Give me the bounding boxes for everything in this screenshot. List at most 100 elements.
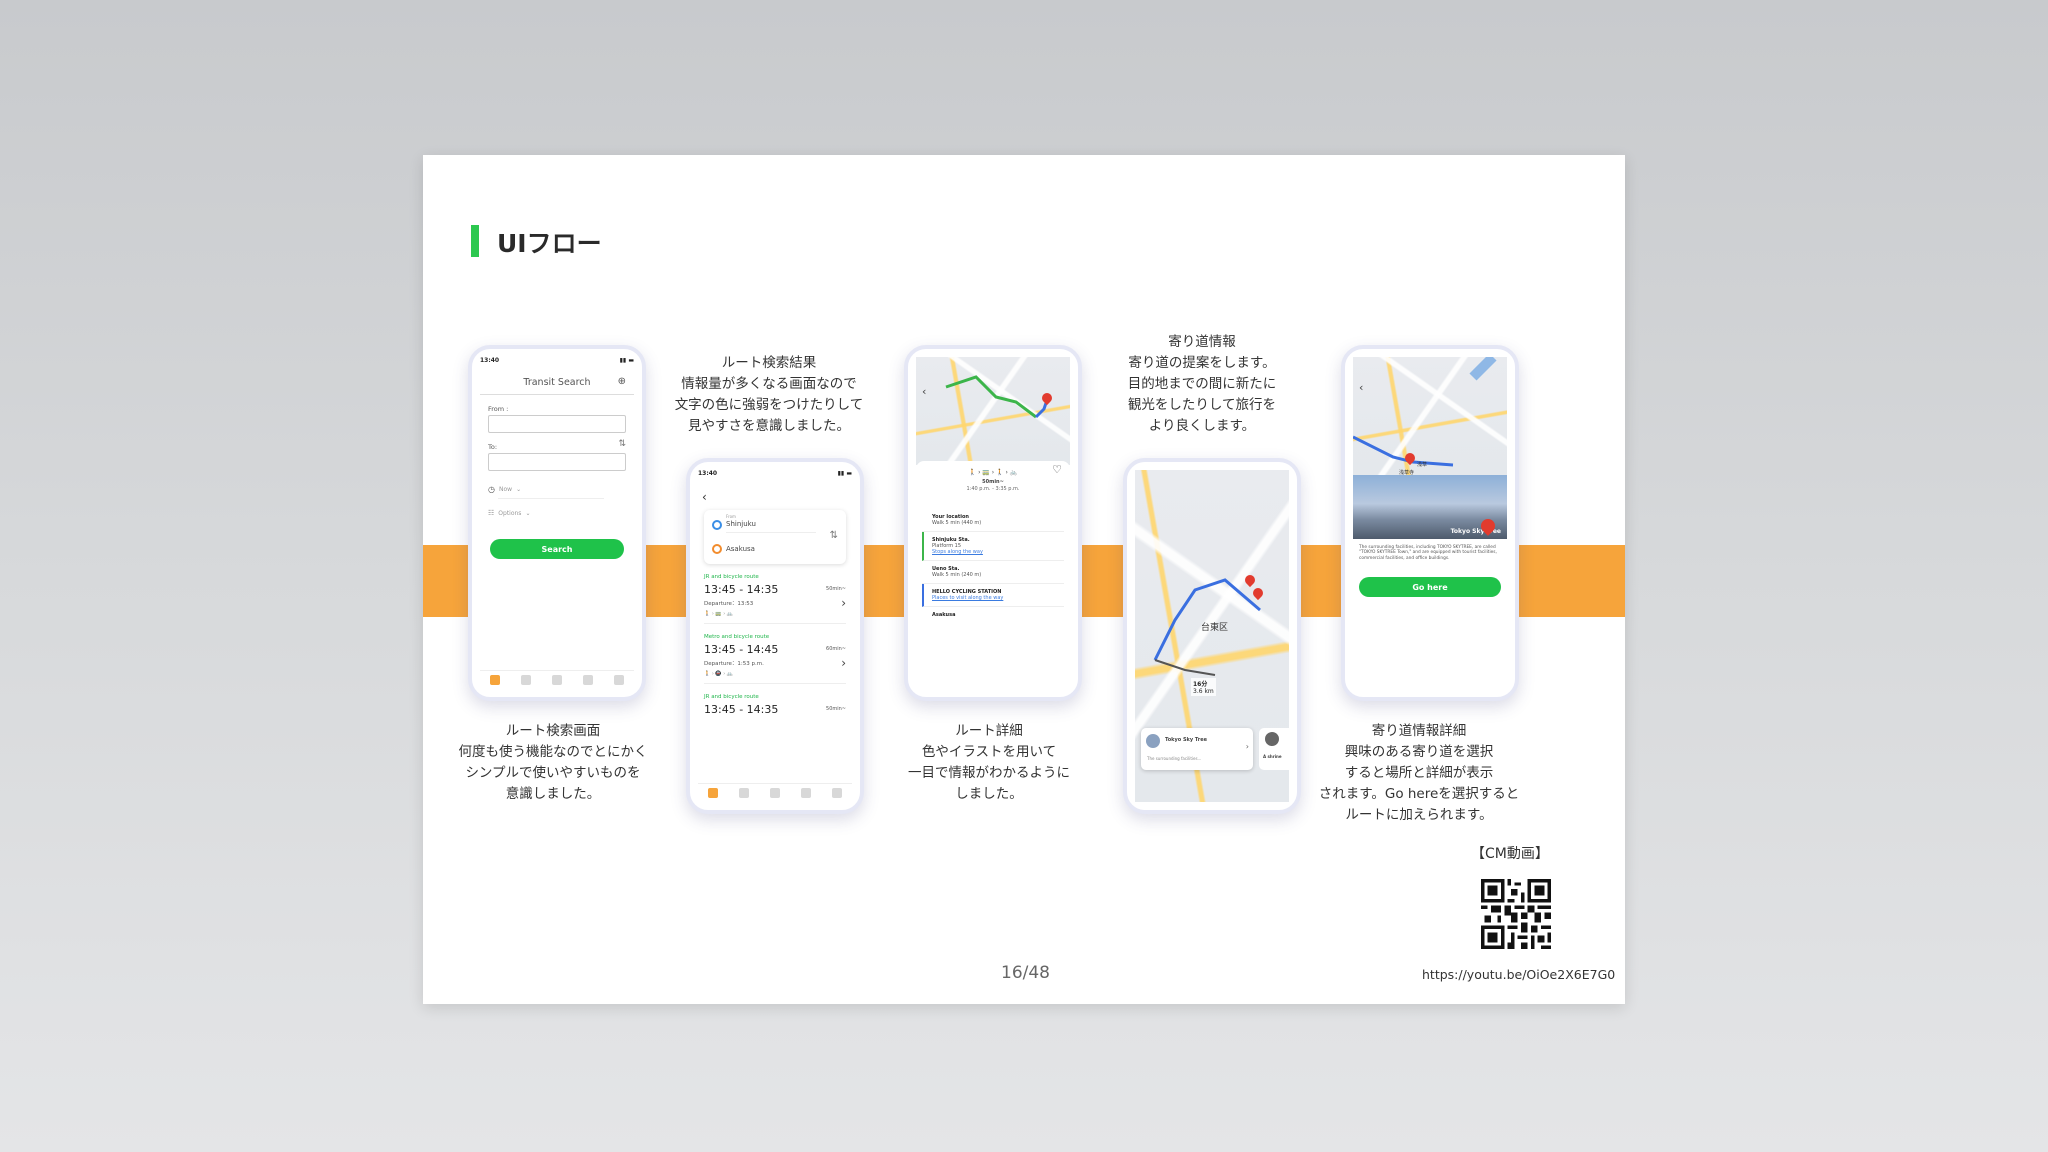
time-select[interactable]: Now: [499, 486, 512, 493]
route-map[interactable]: ‹: [916, 357, 1070, 465]
route-time: 13:45 - 14:45: [704, 643, 779, 656]
place2-label: 浅草寺: [1399, 470, 1415, 476]
route-step: Asakusa: [932, 612, 956, 618]
stopover-map[interactable]: 台東区 16分 3.6 km Tokyo Sky Tree The surroun…: [1135, 470, 1289, 802]
route-line-icon: [1353, 357, 1497, 467]
caption-results: ルート検索結果 情報量が多くなる画面なので 文字の色に強弱をつけたりして 見やす…: [674, 355, 864, 434]
origin-dot-icon: [712, 520, 722, 530]
title-accent-bar: [471, 225, 479, 257]
phone-stopover-detail-screen: 浅草 ‹ 浅草寺 Tokyo Sky Tree The surrounding …: [1341, 345, 1519, 701]
video-url[interactable]: https://youtu.be/OiOe2X6E7G0: [1422, 967, 1615, 982]
route-step: Shinjuku Sta. Platform 15 Stops along the…: [922, 532, 1064, 561]
card-title: Tokyo Sky Tree: [1165, 737, 1207, 743]
tab-reserve-icon[interactable]: [769, 788, 780, 798]
route-option[interactable]: JR and bicycle route 13:45 - 14:35 50min~: [704, 694, 846, 722]
tab-settings-icon[interactable]: [613, 675, 624, 685]
phone-results-screen: 13:40 ▮▮ ▬ ‹ From Shinjuku Asakusa ⇅ JR a…: [686, 458, 864, 814]
chevron-down-icon: ⌄: [525, 509, 531, 517]
tab-favorites-icon[interactable]: [521, 675, 532, 685]
options-icon: ☷: [488, 509, 495, 517]
detail-map[interactable]: 浅草 ‹: [1353, 357, 1507, 475]
battery-icon: ▮▮ ▬: [619, 357, 634, 364]
chevron-right-icon: ›: [841, 596, 846, 610]
status-time: 13:40: [698, 470, 718, 477]
go-here-button[interactable]: Go here: [1359, 577, 1501, 597]
bike-time-badge: 16分 3.6 km: [1191, 678, 1216, 696]
caption-stopover: 寄り道情報 寄り道の提案をします。 目的地までの間に新たに 観光をしたりして旅行…: [1127, 334, 1277, 434]
stops-link[interactable]: Stops along the way: [932, 549, 983, 555]
destination-dot-icon: [712, 544, 722, 554]
route-summary-card: From Shinjuku Asakusa ⇅: [704, 510, 846, 564]
back-icon[interactable]: ‹: [702, 490, 852, 504]
tab-settings-icon[interactable]: [831, 788, 842, 798]
tab-transit-icon[interactable]: [490, 675, 501, 685]
district-label: 台東区: [1201, 623, 1229, 633]
route-duration: 50min~: [826, 706, 846, 712]
to-input[interactable]: [488, 453, 626, 471]
side-card[interactable]: A shrine: [1259, 728, 1289, 770]
tab-history-icon[interactable]: [582, 675, 593, 685]
tab-bar: [480, 670, 634, 689]
from-input[interactable]: [488, 415, 626, 433]
status-time: 13:40: [480, 357, 500, 364]
route-tag: JR and bicycle route: [704, 694, 759, 700]
route-step: HELLO CYCLING STATION Places to visit al…: [922, 584, 1064, 607]
route-departure: Departure：13:53: [704, 601, 754, 607]
route-time: 13:45 - 14:35: [704, 583, 779, 596]
chevron-down-icon: ⌄: [516, 486, 522, 493]
mode-sequence-icon: 🚶 › 🚃 › 🚶 › 🚲: [968, 469, 1018, 476]
route-steps-icon: 🚶 › 🚃 › 🚲: [704, 611, 734, 617]
tab-transit-icon[interactable]: [708, 788, 719, 798]
route-step: Your location Walk 5 min (440 m): [922, 509, 1064, 532]
globe-icon[interactable]: ⊕: [618, 376, 626, 387]
swap-icon[interactable]: ⇅: [830, 530, 838, 541]
origin-name: Shinjuku: [726, 520, 756, 528]
clock-icon: ◷: [488, 485, 495, 494]
side-card-title: A shrine: [1263, 754, 1282, 759]
search-header: Transit Search: [523, 377, 591, 388]
slide-title: UIフロー: [497, 229, 602, 258]
route-step: Ueno Sta. Walk 5 min (240 m): [922, 561, 1064, 584]
search-button[interactable]: Search: [490, 539, 624, 559]
tab-bar: [698, 783, 852, 802]
place1-label: 浅草: [1417, 462, 1428, 468]
route-steps-icon: 🚶 › 🚇 › 🚲: [704, 671, 734, 677]
route-time: 13:45 - 14:35: [704, 703, 779, 716]
phone-stopover-screen: 台東区 16分 3.6 km Tokyo Sky Tree The surroun…: [1123, 458, 1301, 814]
to-label: To:: [488, 443, 498, 451]
back-icon[interactable]: ‹: [1359, 381, 1363, 394]
tab-reserve-icon[interactable]: [551, 675, 562, 685]
card-subtitle: The surrounding facilities...: [1147, 756, 1202, 761]
battery-icon: ▮▮ ▬: [837, 470, 852, 477]
route-option[interactable]: Metro and bicycle route 13:45 - 14:45 60m…: [704, 634, 846, 684]
destination-name: Asakusa: [726, 545, 755, 553]
back-icon[interactable]: ‹: [922, 385, 926, 398]
spot-description: The surrounding facilities, including TO…: [1359, 545, 1497, 561]
chevron-right-icon: ›: [1245, 742, 1249, 751]
chevron-right-icon: ›: [841, 656, 846, 670]
tab-favorites-icon[interactable]: [739, 788, 750, 798]
slide: UIフロー 13:40 ▮▮ ▬ Transit Search ⊕ From : …: [423, 155, 1625, 1004]
places-link[interactable]: Places to visit along the way: [932, 595, 1003, 601]
route-duration: 50min~: [826, 586, 846, 592]
route-line-icon: [945, 375, 1050, 419]
page-number: 16/48: [1001, 963, 1050, 983]
from-caption: From: [726, 514, 736, 519]
route-duration: 60min~: [826, 646, 846, 652]
phone-route-detail-screen: ‹ ♡ 🚶 › 🚃 › 🚶 › 🚲 50min~ 1:40 p.m. - 3:3…: [904, 345, 1082, 701]
qr-code-icon[interactable]: [1481, 879, 1551, 949]
from-label: From :: [488, 405, 509, 413]
stopover-card[interactable]: Tokyo Sky Tree The surrounding facilitie…: [1141, 728, 1253, 770]
route-summary: 50min~: [982, 479, 1004, 485]
heart-icon[interactable]: ♡: [1052, 463, 1062, 476]
route-departure: Departure：1:53 p.m.: [704, 661, 764, 667]
swap-icon[interactable]: ⇅: [618, 439, 626, 449]
caption-search: ルート検索画面 何度も使う機能なのでとにかく シンプルで使いやすいものを 意識し…: [458, 723, 648, 802]
route-option[interactable]: JR and bicycle route 13:45 - 14:35 50min~…: [704, 574, 846, 624]
route-tag: Metro and bicycle route: [704, 634, 770, 640]
card-thumbnail: [1146, 734, 1160, 748]
phone-search-screen: 13:40 ▮▮ ▬ Transit Search ⊕ From : To: ⇅ …: [468, 345, 646, 701]
tab-history-icon[interactable]: [800, 788, 811, 798]
route-times: 1:40 p.m. - 3:35 p.m.: [966, 486, 1020, 492]
options-select[interactable]: Options: [498, 510, 521, 517]
